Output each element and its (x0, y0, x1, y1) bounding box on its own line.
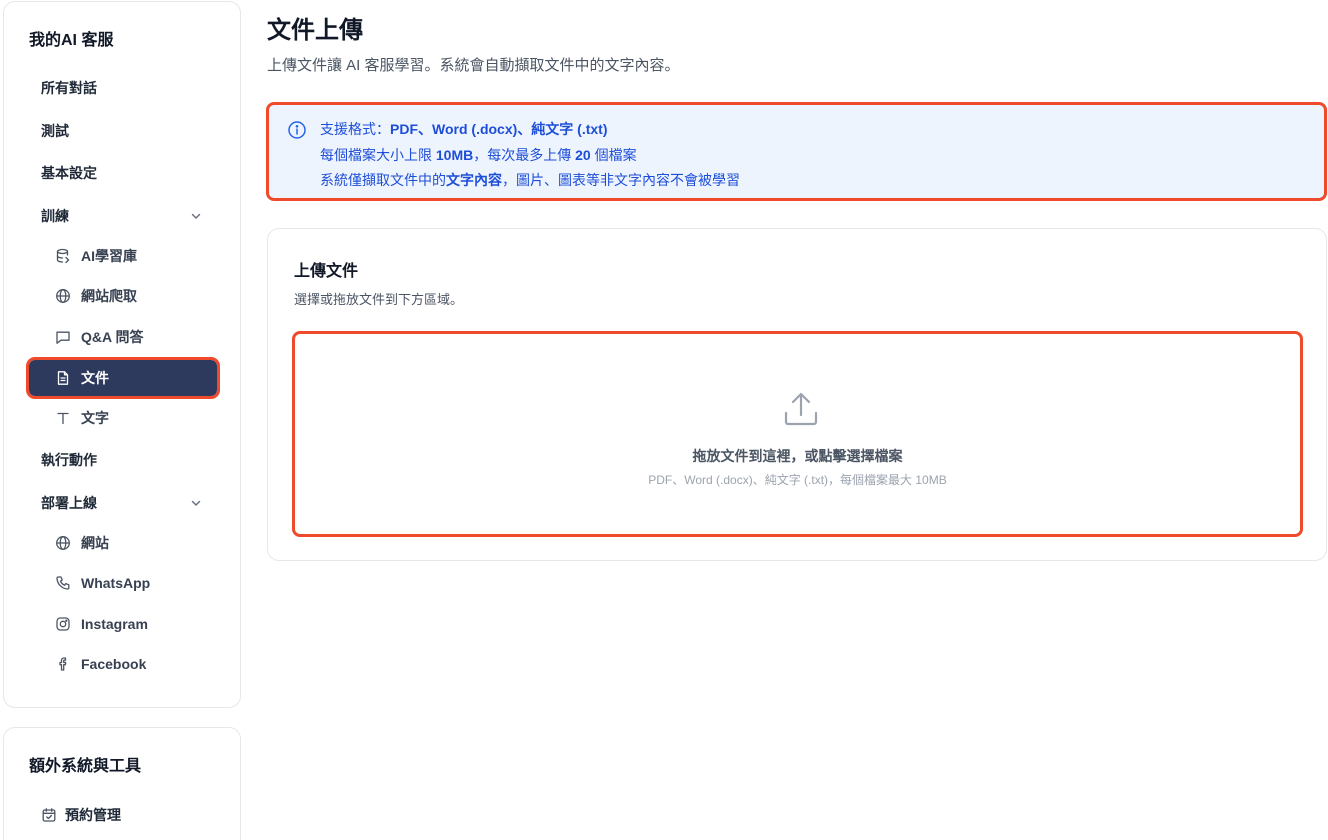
sidebar-item-label: Q&A 問答 (81, 329, 144, 345)
document-icon (55, 370, 71, 386)
sidebar-item-label: 部署上線 (41, 495, 97, 511)
info-notice: 支援格式：PDF、Word (.docx)、純文字 (.txt) 每個檔案大小上… (266, 102, 1327, 201)
sidebar-item-qa[interactable]: Q&A 問答 (29, 319, 217, 355)
text-icon (55, 410, 71, 426)
upload-card: 上傳文件 選擇或拖放文件到下方區域。 拖放文件到這裡，或點擊選擇檔案 PDF、W… (267, 228, 1327, 561)
sidebar-item-training[interactable]: 訓練 (29, 198, 217, 234)
sidebar-panel: 我的AI 客服 所有對話 測試 基本設定 訓練 AI學習庫 網站爬取 Q&A 問… (3, 1, 241, 708)
sidebar-item-documents[interactable]: 文件 (26, 357, 220, 399)
sidebar-brand: 我的AI 客服 (29, 32, 114, 49)
sidebar-item-instagram[interactable]: Instagram (29, 606, 217, 642)
globe-icon (55, 288, 71, 304)
sidebar-item-label: 網站 (81, 535, 109, 551)
calendar-icon (41, 807, 57, 823)
dropzone-hint: PDF、Word (.docx)、純文字 (.txt)，每個檔案最大 10MB (648, 473, 947, 487)
sidebar-item-test[interactable]: 測試 (29, 113, 217, 149)
phone-icon (55, 575, 71, 591)
tools-panel: 額外系統與工具 預約管理 (3, 727, 241, 840)
sidebar-item-label: 所有對話 (41, 80, 97, 96)
sidebar-item-deploy-website[interactable]: 網站 (29, 525, 217, 561)
upload-icon (781, 389, 821, 429)
sidebar-item-label: 基本設定 (41, 165, 97, 181)
chevron-down-icon (189, 209, 203, 223)
sidebar-item-whatsapp[interactable]: WhatsApp (29, 565, 217, 601)
database-icon (55, 248, 71, 264)
page-subtitle: 上傳文件讓 AI 客服學習。系統會自動擷取文件中的文字內容。 (267, 57, 680, 74)
globe-icon (55, 535, 71, 551)
sidebar-item-label: 執行動作 (41, 452, 97, 468)
sidebar-item-label: 測試 (41, 123, 69, 139)
sidebar-item-text[interactable]: 文字 (29, 400, 217, 436)
dropzone-text: 拖放文件到這裡，或點擊選擇檔案 (692, 448, 903, 464)
upload-title: 上傳文件 (294, 263, 359, 280)
sidebar-item-label: WhatsApp (81, 575, 151, 591)
sidebar-item-label: Instagram (81, 616, 148, 632)
sidebar-item-label: 預約管理 (65, 807, 121, 823)
chat-bubble-icon (55, 329, 71, 345)
upload-subtitle: 選擇或拖放文件到下方區域。 (294, 292, 464, 307)
sidebar-item-ai-library[interactable]: AI學習庫 (29, 238, 217, 274)
tools-title: 額外系統與工具 (29, 758, 142, 775)
sidebar-item-actions[interactable]: 執行動作 (29, 442, 217, 478)
info-size-limit: 每個檔案大小上限 10MB，每次最多上傳 20 個檔案 (320, 147, 637, 163)
sidebar-item-website-crawl[interactable]: 網站爬取 (29, 278, 217, 314)
sidebar-item-deploy[interactable]: 部署上線 (29, 485, 217, 521)
sidebar-item-facebook[interactable]: Facebook (29, 646, 217, 682)
sidebar-item-label: Facebook (81, 656, 147, 672)
info-formats: 支援格式：PDF、Word (.docx)、純文字 (.txt) (320, 121, 608, 137)
sidebar-item-label: 訓練 (41, 208, 69, 224)
sidebar-item-label: AI學習庫 (81, 248, 137, 264)
sidebar-item-label: 文件 (81, 370, 109, 386)
chevron-down-icon (189, 496, 203, 510)
sidebar-item-label: 文字 (81, 410, 109, 426)
page-title: 文件上傳 (267, 17, 363, 44)
instagram-icon (55, 616, 71, 632)
sidebar-item-all-conversations[interactable]: 所有對話 (29, 70, 217, 106)
sidebar-item-booking[interactable]: 預約管理 (29, 797, 217, 833)
sidebar-item-label: 網站爬取 (81, 288, 137, 304)
info-text-only: 系統僅擷取文件中的文字內容，圖片、圖表等非文字內容不會被學習 (320, 172, 740, 188)
file-dropzone[interactable]: 拖放文件到這裡，或點擊選擇檔案 PDF、Word (.docx)、純文字 (.t… (292, 331, 1303, 537)
info-icon (287, 120, 307, 140)
facebook-icon (55, 656, 71, 672)
sidebar-item-basic-settings[interactable]: 基本設定 (29, 155, 217, 191)
